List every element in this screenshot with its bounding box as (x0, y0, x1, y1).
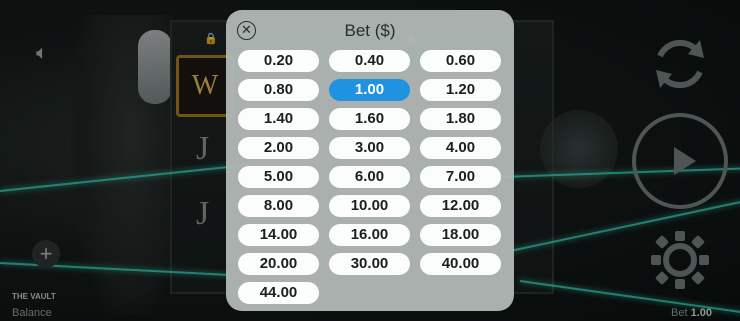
bet-option[interactable]: 0.80 (238, 79, 319, 101)
bet-option[interactable]: 3.00 (329, 137, 410, 159)
bet-option[interactable]: 20.00 (238, 253, 319, 275)
bet-option[interactable]: 0.40 (329, 50, 410, 72)
bet-option[interactable]: 18.00 (420, 224, 501, 246)
bet-option[interactable]: 1.80 (420, 108, 501, 130)
bet-option[interactable]: 16.00 (329, 224, 410, 246)
bet-option[interactable]: 1.00 (329, 79, 410, 101)
bet-option[interactable]: 6.00 (329, 166, 410, 188)
bet-option[interactable]: 30.00 (329, 253, 410, 275)
bet-option[interactable]: 1.20 (420, 79, 501, 101)
bet-option[interactable]: 8.00 (238, 195, 319, 217)
bet-option[interactable]: 40.00 (420, 253, 501, 275)
bet-option[interactable]: 0.20 (238, 50, 319, 72)
bet-option[interactable]: 14.00 (238, 224, 319, 246)
modal-title: Bet ($) (344, 21, 396, 40)
bet-option[interactable]: 7.00 (420, 166, 501, 188)
bet-option[interactable]: 10.00 (329, 195, 410, 217)
bet-option[interactable]: 1.60 (329, 108, 410, 130)
bet-option[interactable]: 12.00 (420, 195, 501, 217)
bet-option[interactable]: 4.00 (420, 137, 501, 159)
bet-option[interactable]: 1.40 (238, 108, 319, 130)
bet-option[interactable]: 5.00 (238, 166, 319, 188)
bet-modal: ✕ Bet ($) 0.20 0.40 0.60 0.80 1.00 1.20 1.40 1.… (226, 10, 514, 311)
bet-option[interactable]: 44.00 (238, 282, 319, 304)
bet-option[interactable]: 2.00 (238, 137, 319, 159)
bet-option[interactable]: 0.60 (420, 50, 501, 72)
